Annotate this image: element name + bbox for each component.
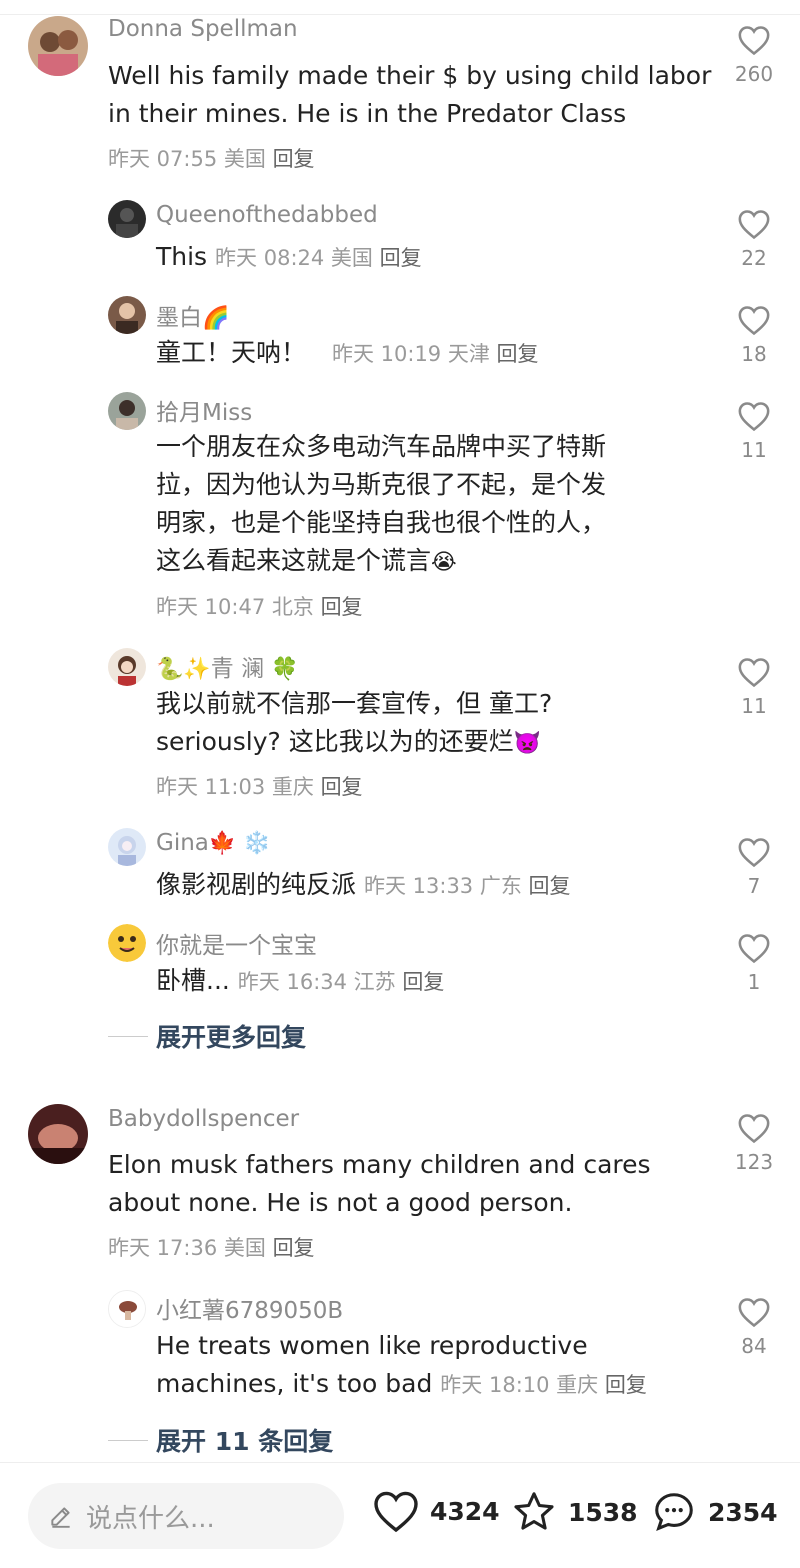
like-count: 84 [741, 1334, 767, 1358]
comment-username[interactable]: 墨白🌈 [156, 298, 229, 332]
divider [108, 1035, 148, 1037]
comment-username[interactable]: 小红薯6789050B [156, 1291, 343, 1325]
comment-meta: 昨天 10:19 天津 回复 [331, 342, 539, 366]
like-button[interactable]: 7 [726, 836, 782, 898]
comment-username[interactable]: 你就是一个宝宝 [156, 926, 317, 960]
heart-icon [738, 26, 770, 56]
like-count: 1 [747, 970, 761, 994]
like-button[interactable]: 123 [726, 1112, 782, 1174]
reply-button[interactable]: 回复 [402, 970, 444, 994]
divider [108, 1439, 148, 1441]
like-count: 22 [741, 246, 767, 270]
like-count: 260 [734, 62, 774, 86]
avatar[interactable] [108, 924, 146, 962]
reply-button[interactable]: 回复 [529, 874, 571, 898]
heart-icon [738, 1298, 770, 1328]
like-button[interactable]: 22 [726, 208, 782, 270]
expand-11-replies[interactable]: 展开 11 条回复 [108, 1422, 333, 1458]
comment-post-button[interactable]: 2354 [650, 1489, 778, 1535]
heart-icon [738, 1114, 770, 1144]
comment-username[interactable]: 拾月Miss [156, 393, 252, 427]
reply-button[interactable]: 回复 [380, 246, 422, 270]
comment-username[interactable]: Donna Spellman [108, 16, 298, 42]
comment-meta: 昨天 16:34 江苏 回复 [237, 970, 445, 994]
reply-button[interactable]: 回复 [497, 342, 539, 366]
heart-icon [738, 838, 770, 868]
comment-meta: 昨天 11:03 重庆 回复 [156, 775, 363, 799]
reply-button[interactable]: 回复 [273, 147, 315, 171]
avatar[interactable] [108, 828, 146, 866]
heart-icon [738, 306, 770, 336]
like-count: 7 [747, 874, 761, 898]
reply-button[interactable]: 回复 [321, 595, 363, 619]
bottom-action-bar: 说点什么... 4324 1538 2354 [0, 1462, 800, 1568]
reply-button[interactable]: 回复 [605, 1373, 647, 1397]
comment-text: 卧槽... 昨天 16:34 江苏 回复 [156, 966, 445, 995]
like-button[interactable]: 18 [726, 304, 782, 366]
like-button[interactable]: 1 [726, 932, 782, 994]
star-icon [514, 1492, 554, 1530]
heart-icon [738, 658, 770, 688]
top-divider [0, 14, 800, 15]
comment-text: Well his family made their $ by using ch… [108, 61, 712, 128]
comment-text: 一个朋友在众多电动汽车品牌中买了特斯 拉，因为他认为马斯克很了不起，是个发 明家… [156, 432, 607, 575]
like-count: 11 [741, 438, 767, 462]
comment-text: He treats women like reproductive machin… [156, 1331, 647, 1398]
like-count: 123 [734, 1150, 774, 1174]
star-count: 1538 [568, 1497, 638, 1527]
like-post-button[interactable]: 4324 [372, 1489, 500, 1533]
comment-username[interactable]: Queenofthedabbed [156, 202, 378, 228]
heart-icon [374, 1491, 418, 1533]
comment-text: 像影视剧的纯反派 昨天 13:33 广东 回复 [156, 870, 571, 899]
reply-button[interactable]: 回复 [321, 775, 363, 799]
comment-text: 我以前就不信那一套宣传，但 童工? seriously? 这比我以为的还要烂👿 [156, 689, 553, 756]
comment-username[interactable]: 🐍✨青 澜 🍀 [156, 649, 299, 683]
avatar[interactable] [108, 648, 146, 686]
avatar[interactable] [28, 1104, 88, 1164]
heart-icon [738, 934, 770, 964]
avatar[interactable] [108, 1290, 146, 1328]
comment-meta: 昨天 07:55 美国 回复 [108, 147, 315, 171]
comment-username[interactable]: Gina🍁 ❄️ [156, 830, 271, 856]
heart-icon [738, 402, 770, 432]
like-button[interactable]: 11 [726, 400, 782, 462]
comment-text: Elon musk fathers many children and care… [108, 1150, 651, 1217]
pencil-icon [51, 1507, 70, 1528]
comment-input[interactable]: 说点什么... [28, 1483, 344, 1549]
comment-count: 2354 [708, 1497, 778, 1527]
comment-meta: 昨天 18:10 重庆 回复 [440, 1373, 647, 1397]
comment-meta: 昨天 13:33 广东 回复 [363, 874, 571, 898]
avatar[interactable] [108, 296, 146, 334]
comment-meta: 昨天 17:36 美国 回复 [108, 1236, 315, 1260]
comment-meta: 昨天 10:47 北京 回复 [156, 595, 363, 619]
comment-bubble-icon [655, 1493, 693, 1531]
comment-text: 童工！天呐！ 昨天 10:19 天津 回复 [156, 338, 539, 367]
comment-meta: 昨天 08:24 美国 回复 [215, 246, 422, 270]
like-button[interactable]: 84 [726, 1296, 782, 1358]
avatar[interactable] [108, 392, 146, 430]
like-button[interactable]: 11 [726, 656, 782, 718]
like-count: 4324 [430, 1496, 500, 1526]
avatar[interactable] [28, 16, 88, 76]
like-button[interactable]: 260 [726, 24, 782, 86]
like-count: 18 [741, 342, 767, 366]
comment-text: This 昨天 08:24 美国 回复 [156, 242, 422, 271]
comment-username[interactable]: Babydollspencer [108, 1106, 299, 1132]
expand-more-replies[interactable]: 展开更多回复 [108, 1018, 306, 1054]
reply-button[interactable]: 回复 [273, 1236, 315, 1260]
like-count: 11 [741, 694, 767, 718]
avatar[interactable] [108, 200, 146, 238]
input-placeholder: 说点什么... [86, 1503, 215, 1534]
collect-button[interactable]: 1538 [510, 1489, 638, 1535]
heart-icon [738, 210, 770, 240]
